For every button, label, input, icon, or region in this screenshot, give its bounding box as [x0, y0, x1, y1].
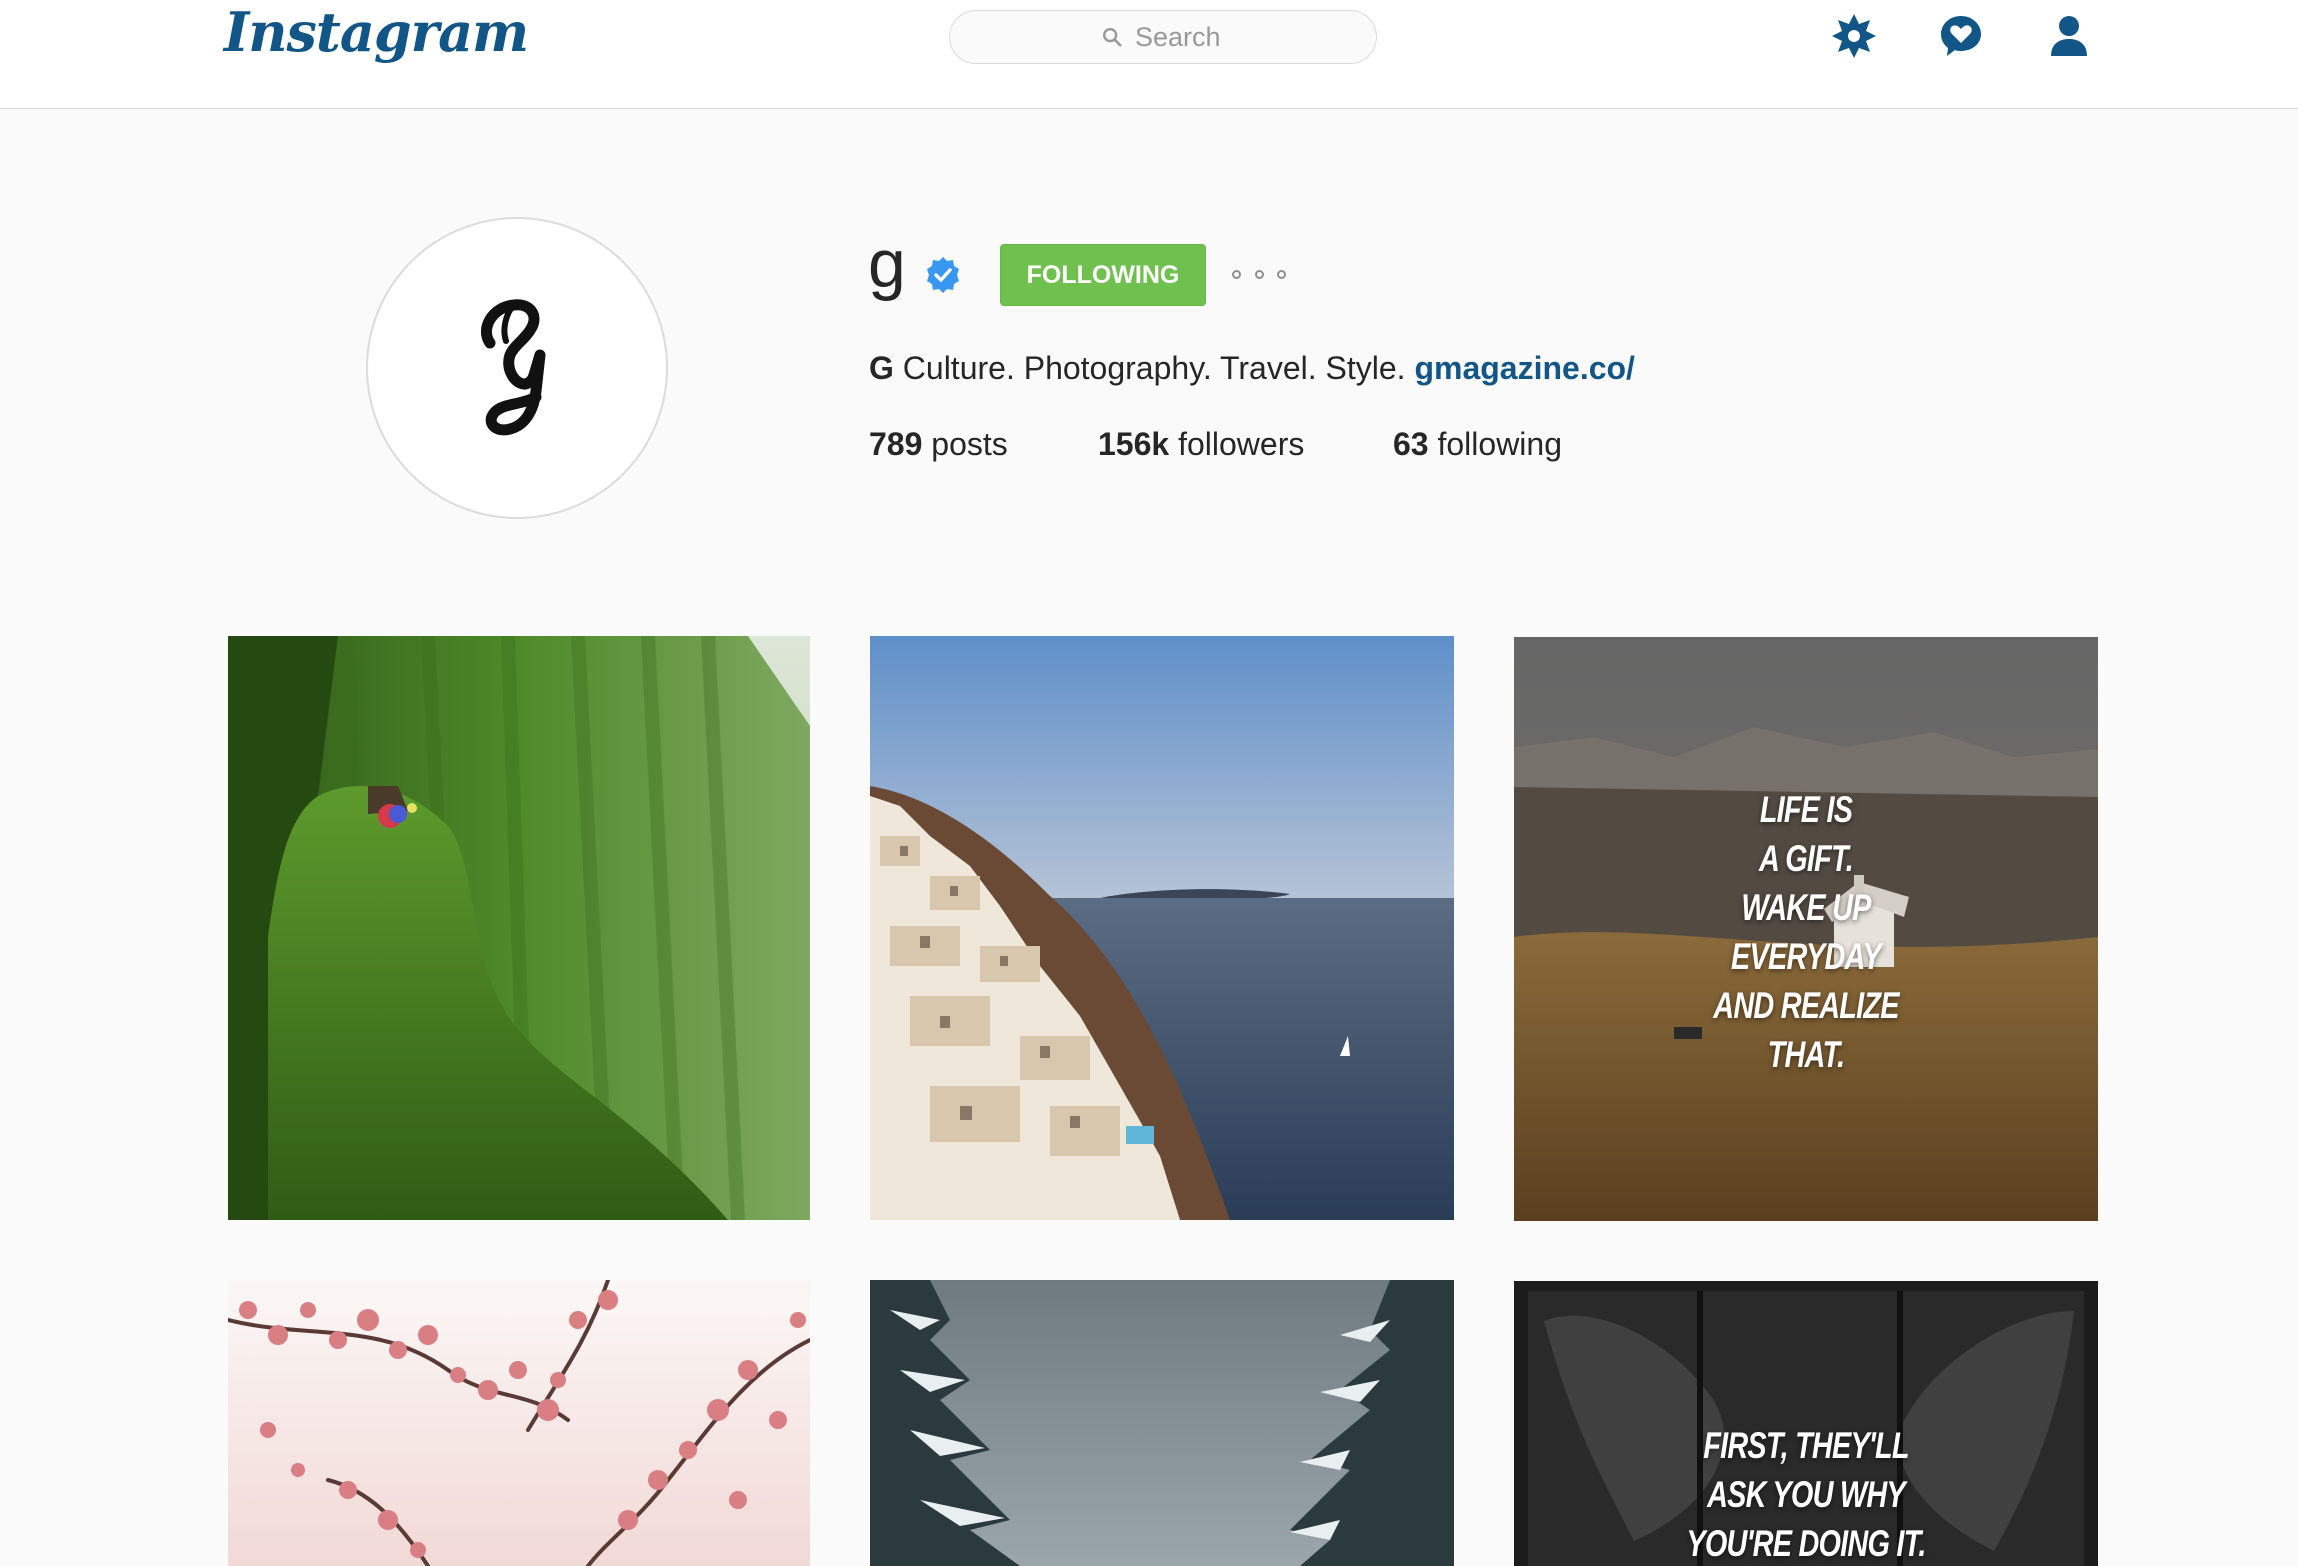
followers-count-stat[interactable]: 156k followers	[1098, 422, 1304, 466]
instagram-logo[interactable]: Instagram	[224, 0, 529, 64]
quote-line: FIRST, THEY'LL	[1703, 1425, 1909, 1466]
posts-count-stat: 789 posts	[869, 422, 1008, 466]
following-button[interactable]: FOLLOWING	[1000, 244, 1206, 306]
cherry-blossom-photo	[228, 1280, 810, 1566]
snowy-trees-photo	[870, 1280, 1454, 1566]
post-thumbnail-life-is-a-gift[interactable]: LIFE IS A GIFT. WAKE UP EVERYDAY AND REA…	[1514, 637, 2098, 1221]
quote-line: WAKE UP	[1741, 887, 1871, 928]
top-navigation-bar: Instagram	[0, 0, 2298, 109]
profile-avatar	[366, 217, 668, 519]
quote-line: LIFE IS	[1759, 789, 1853, 830]
posts-label: posts	[931, 426, 1008, 462]
search-icon	[1103, 28, 1122, 47]
more-dot-icon	[1254, 269, 1264, 279]
profile-username: g	[868, 226, 906, 302]
following-count: 63	[1393, 426, 1429, 462]
quote-line: THAT.	[1767, 1034, 1846, 1075]
profile-button[interactable]	[2043, 10, 2095, 62]
activity-button[interactable]	[1935, 10, 1987, 62]
activity-heart-icon	[1941, 16, 1981, 56]
quote-text-life-is-a-gift: LIFE IS A GIFT. WAKE UP EVERYDAY AND REA…	[1578, 785, 2034, 1079]
posts-count: 789	[869, 426, 923, 462]
quote-line: AND REALIZE	[1713, 985, 1899, 1026]
santorini-sunset-photo	[870, 636, 1454, 1220]
more-options-button[interactable]	[1232, 260, 1286, 288]
more-dot-icon	[1277, 269, 1286, 279]
followers-count: 156k	[1098, 426, 1170, 462]
g-monogram-logo	[480, 299, 546, 436]
bio-full-name: G	[869, 350, 894, 386]
post-thumbnail-cherry-blossom[interactable]	[228, 1280, 810, 1566]
following-label: following	[1437, 426, 1562, 462]
post-thumbnail-first-theyll-ask[interactable]: FIRST, THEY'LL ASK YOU WHY YOU'RE DOING …	[1514, 1281, 2098, 1566]
profile-bio: G Culture. Photography. Travel. Style. g…	[869, 346, 1635, 390]
bio-text: Culture. Photography. Travel. Style.	[902, 350, 1406, 386]
quote-line: YOU'RE DOING IT.	[1686, 1523, 1926, 1564]
bio-website-link[interactable]: gmagazine.co/	[1414, 350, 1635, 386]
more-dot-icon	[1232, 269, 1241, 279]
following-count-stat[interactable]: 63 following	[1393, 422, 1562, 466]
explore-icon	[1832, 14, 1876, 58]
quote-line: A GIFT.	[1759, 838, 1854, 879]
profile-icon	[2051, 16, 2087, 56]
post-thumbnail-santorini[interactable]	[870, 636, 1454, 1220]
search-input[interactable]	[1135, 21, 1225, 53]
quote-line: EVERYDAY	[1731, 936, 1882, 977]
post-thumbnail-snowy-trees[interactable]	[870, 1280, 1454, 1566]
followers-label: followers	[1178, 426, 1305, 462]
search-box[interactable]	[949, 10, 1377, 64]
post-thumbnail-green-cliff[interactable]	[228, 636, 810, 1220]
verified-badge-icon	[927, 257, 959, 293]
quote-text-first-theyll-ask: FIRST, THEY'LL ASK YOU WHY YOU'RE DOING …	[1578, 1421, 2034, 1566]
explore-button[interactable]	[1828, 10, 1880, 62]
quote-line: ASK YOU WHY	[1707, 1474, 1906, 1515]
green-cliff-photo	[228, 636, 810, 1220]
